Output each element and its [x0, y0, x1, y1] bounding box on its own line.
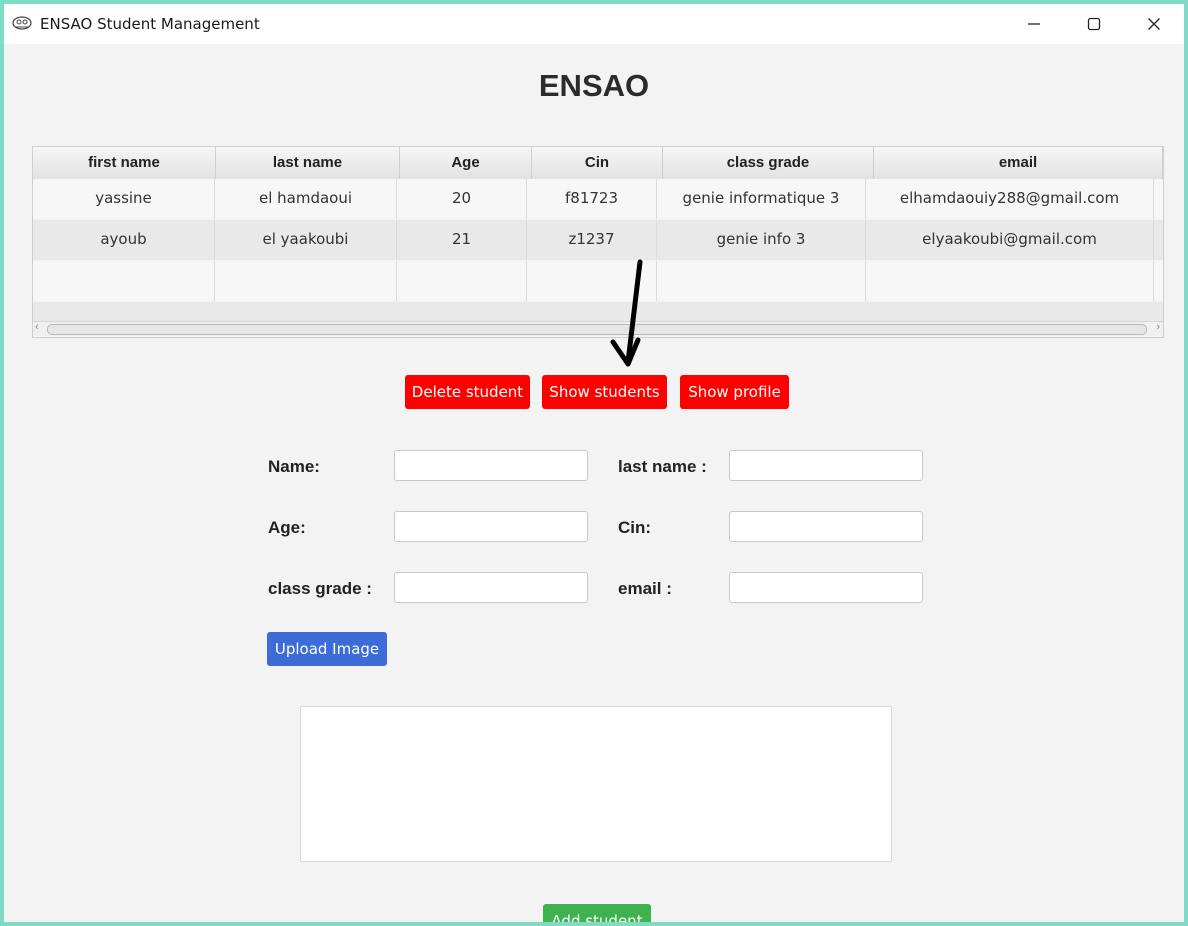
- page-title: ENSAO: [538, 68, 650, 103]
- table-cell: 20: [397, 179, 527, 219]
- app-window: ENSAO Student Management ENSAO first nam…: [4, 4, 1184, 922]
- table-cell: z1237: [527, 220, 657, 260]
- scrollbar-thumb[interactable]: [47, 324, 1147, 335]
- minimize-button[interactable]: [1004, 4, 1064, 44]
- student-logo-icon: [12, 16, 32, 30]
- students-table[interactable]: first name last name Age Cin class grade…: [32, 146, 1164, 338]
- cin-label: Cin:: [618, 518, 652, 537]
- show-profile-button[interactable]: Show profile: [680, 375, 789, 409]
- age-label: Age:: [268, 518, 306, 537]
- image-preview: [300, 706, 892, 862]
- column-header[interactable]: first name: [33, 147, 216, 179]
- close-button[interactable]: [1124, 4, 1184, 44]
- table-cell: [657, 261, 866, 301]
- annotation-arrow-icon: [610, 259, 643, 367]
- table-row[interactable]: ayoub el yaakoubi 21 z1237 genie info 3 …: [33, 220, 1163, 260]
- table-header: first name last name Age Cin class grade…: [33, 147, 1163, 180]
- maximize-icon: [1087, 17, 1101, 31]
- table-cell: genie informatique 3: [657, 179, 866, 219]
- cin-input[interactable]: [729, 511, 923, 542]
- column-header[interactable]: email: [874, 147, 1163, 179]
- table-cell: [866, 261, 1154, 301]
- maximize-button[interactable]: [1064, 4, 1124, 44]
- table-cell: ayoub: [33, 220, 215, 260]
- table-row[interactable]: yassine el hamdaoui 20 f81723 genie info…: [33, 179, 1163, 219]
- table-cell: [33, 261, 215, 301]
- class-grade-label: class grade :: [268, 579, 372, 598]
- email-input[interactable]: [729, 572, 923, 603]
- email-label: email :: [618, 579, 672, 598]
- name-input[interactable]: [394, 450, 588, 481]
- scroll-right-icon[interactable]: ›: [1156, 321, 1160, 333]
- name-label: Name:: [268, 457, 320, 476]
- table-row[interactable]: [33, 261, 1163, 301]
- table-cell: elyaakoubi@gmail.com: [866, 220, 1154, 260]
- table-cell: [397, 261, 527, 301]
- delete-student-button[interactable]: Delete student: [405, 375, 530, 409]
- column-header[interactable]: Cin: [532, 147, 663, 179]
- show-students-button[interactable]: Show students: [542, 375, 667, 409]
- column-header[interactable]: Age: [400, 147, 532, 179]
- last-name-label: last name :: [618, 457, 707, 476]
- table-cell: [215, 261, 397, 301]
- table-cell: yassine: [33, 179, 215, 219]
- column-header[interactable]: class grade: [663, 147, 874, 179]
- table-cell: el hamdaoui: [215, 179, 397, 219]
- table-row[interactable]: [33, 302, 1163, 321]
- table-cell: 21: [397, 220, 527, 260]
- minimize-icon: [1028, 23, 1040, 25]
- close-icon: [1148, 18, 1160, 30]
- table-cell: f81723: [527, 179, 657, 219]
- horizontal-scrollbar[interactable]: ‹ ›: [33, 321, 1163, 336]
- class-grade-input[interactable]: [394, 572, 588, 603]
- table-cell: el yaakoubi: [215, 220, 397, 260]
- window-title: ENSAO Student Management: [40, 15, 260, 33]
- table-cell: elhamdaouiy288@gmail.com: [866, 179, 1154, 219]
- last-name-input[interactable]: [729, 450, 923, 481]
- age-input[interactable]: [394, 511, 588, 542]
- table-cell: genie info 3: [657, 220, 866, 260]
- scroll-left-icon[interactable]: ‹: [35, 321, 39, 333]
- add-student-button[interactable]: Add student: [543, 904, 651, 922]
- title-bar[interactable]: ENSAO Student Management: [4, 4, 1184, 44]
- upload-image-button[interactable]: Upload Image: [267, 632, 387, 666]
- column-header[interactable]: last name: [216, 147, 400, 179]
